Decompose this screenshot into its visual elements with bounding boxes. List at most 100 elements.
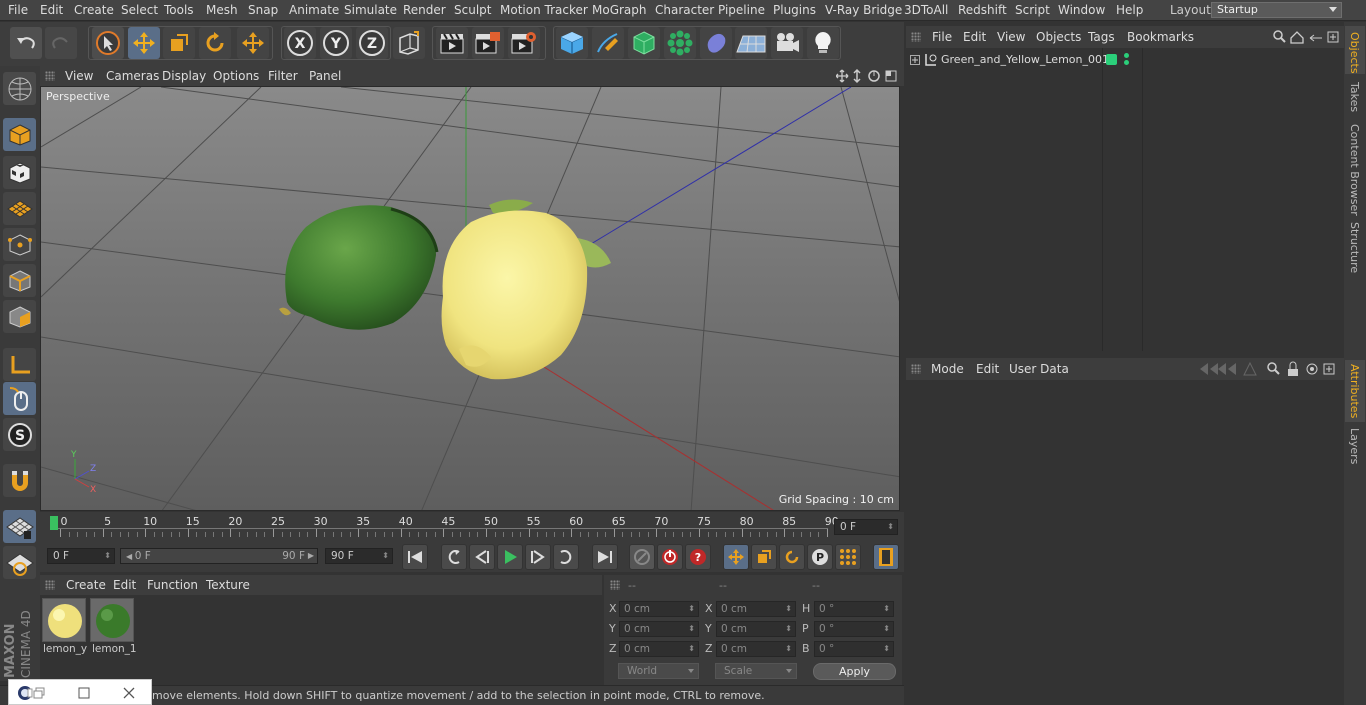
- object-manager-tools[interactable]: [1272, 29, 1342, 45]
- tab-objects[interactable]: Objects: [1348, 32, 1361, 74]
- key-position-icon[interactable]: [723, 544, 749, 570]
- rot-b-field[interactable]: 0 ° ⬍: [814, 641, 894, 657]
- maximize-icon[interactable]: [77, 686, 91, 700]
- size-x-field[interactable]: 0 cm ⬍: [716, 601, 796, 617]
- autokey-icon[interactable]: [657, 544, 683, 570]
- 3d-viewport[interactable]: Perspective Y Z X Grid Spacing : 10 cm: [40, 86, 900, 511]
- rot-h-field[interactable]: 0 ° ⬍: [814, 601, 894, 617]
- coordinate-space-dropdown[interactable]: World: [618, 663, 699, 679]
- snap-magnet-icon[interactable]: [3, 464, 36, 497]
- rotate-icon[interactable]: [199, 27, 231, 59]
- viewport-menu-display[interactable]: Display: [162, 69, 206, 83]
- play-icon[interactable]: [497, 544, 523, 570]
- redo-icon[interactable]: [45, 27, 77, 59]
- viewport-menu-panel[interactable]: Panel: [309, 69, 341, 83]
- enable-snap-icon[interactable]: [3, 510, 36, 543]
- undo-icon[interactable]: [10, 27, 42, 59]
- menu-file[interactable]: File: [8, 3, 28, 17]
- attribute-menu-user-data[interactable]: User Data: [1009, 362, 1069, 376]
- axis-mode-icon[interactable]: [3, 348, 36, 381]
- apply-button[interactable]: Apply: [813, 663, 896, 680]
- menu-create[interactable]: Create: [74, 3, 114, 17]
- menu-mesh[interactable]: Mesh: [206, 3, 238, 17]
- menu-script[interactable]: Script: [1015, 3, 1050, 17]
- attribute-menu-edit[interactable]: Edit: [976, 362, 999, 376]
- pen-spline-icon[interactable]: [592, 27, 624, 59]
- frame-range-slider[interactable]: ◀ 0 F 90 F ▶: [120, 548, 318, 564]
- viewport-menu-options[interactable]: Options: [213, 69, 259, 83]
- restore-icon[interactable]: [33, 687, 47, 699]
- editor-visibility-dot[interactable]: [1124, 53, 1129, 58]
- menu-render[interactable]: Render: [403, 3, 446, 17]
- menu-pipeline[interactable]: Pipeline: [718, 3, 765, 17]
- material-lemon-green[interactable]: [90, 598, 134, 642]
- go-to-start-icon[interactable]: [402, 544, 428, 570]
- menu-edit[interactable]: Edit: [40, 3, 63, 17]
- texture-mode-icon[interactable]: [3, 156, 36, 189]
- x-axis-icon[interactable]: X: [284, 27, 316, 59]
- coordinate-system-icon[interactable]: [393, 27, 425, 59]
- z-axis-icon[interactable]: Z: [356, 27, 388, 59]
- expand-icon[interactable]: [910, 55, 920, 65]
- cloner-icon[interactable]: [664, 27, 696, 59]
- solo-icon[interactable]: S: [3, 418, 36, 451]
- material-menu-function[interactable]: Function: [147, 578, 198, 592]
- menu-snap[interactable]: Snap: [248, 3, 278, 17]
- y-axis-icon[interactable]: Y: [320, 27, 352, 59]
- material-menu-texture[interactable]: Texture: [206, 578, 250, 592]
- model-mode-icon[interactable]: [3, 118, 36, 151]
- menu-redshift[interactable]: Redshift: [958, 3, 1007, 17]
- live-move-icon[interactable]: [237, 27, 269, 59]
- make-editable-icon[interactable]: [3, 72, 36, 105]
- attribute-menu-mode[interactable]: Mode: [931, 362, 964, 376]
- viewport-menu-cameras[interactable]: Cameras: [106, 69, 159, 83]
- key-rotation-icon[interactable]: [779, 544, 805, 570]
- close-icon[interactable]: [122, 686, 136, 700]
- render-visibility-dot[interactable]: [1124, 60, 1129, 65]
- end-frame-field[interactable]: 90 F ⬍: [325, 548, 393, 564]
- floor-icon[interactable]: [735, 27, 767, 59]
- camera-icon[interactable]: [771, 27, 803, 59]
- pos-x-field[interactable]: 0 cm ⬍: [619, 601, 699, 617]
- menu-help[interactable]: Help: [1116, 3, 1143, 17]
- size-y-field[interactable]: 0 cm ⬍: [716, 621, 796, 637]
- tab-structure[interactable]: Structure: [1348, 222, 1361, 273]
- tab-content-browser[interactable]: Content Browser: [1348, 124, 1361, 216]
- next-frame-icon[interactable]: [525, 544, 551, 570]
- menu-sculpt[interactable]: Sculpt: [454, 3, 491, 17]
- viewport-menu-filter[interactable]: Filter: [268, 69, 298, 83]
- deformer-icon[interactable]: [700, 27, 732, 59]
- go-to-end-icon[interactable]: [592, 544, 618, 570]
- key-pla-icon[interactable]: [835, 544, 861, 570]
- quantize-icon[interactable]: [3, 546, 36, 579]
- menu-3dtoall[interactable]: 3DToAll: [904, 3, 948, 17]
- menu-character[interactable]: Character: [655, 3, 714, 17]
- record-keys-icon[interactable]: [629, 544, 655, 570]
- menu-mograph[interactable]: MoGraph: [592, 3, 647, 17]
- material-menu-edit[interactable]: Edit: [113, 578, 136, 592]
- subdivision-icon[interactable]: [628, 27, 660, 59]
- timeline-ruler[interactable]: 0 5 10 15 20 25 30 35 40 45 50 55 60 65 70 75 80 85 90 0 F…: [40, 512, 904, 542]
- tab-attributes[interactable]: Attributes: [1348, 364, 1361, 418]
- rot-p-field[interactable]: 0 ° ⬍: [814, 621, 894, 637]
- menu-plugins[interactable]: Plugins: [773, 3, 816, 17]
- material-lemon-yellow[interactable]: [42, 598, 86, 642]
- edges-mode-icon[interactable]: [3, 264, 36, 297]
- menu-select[interactable]: Select: [121, 3, 158, 17]
- next-keyframe-icon[interactable]: [553, 544, 579, 570]
- object-menu-tags[interactable]: Tags: [1088, 30, 1115, 44]
- render-view-icon[interactable]: [436, 27, 468, 59]
- cinema4d-app-icon[interactable]: [17, 685, 33, 701]
- render-settings-icon[interactable]: [508, 27, 540, 59]
- size-z-field[interactable]: 0 cm ⬍: [716, 641, 796, 657]
- key-scale-icon[interactable]: [751, 544, 777, 570]
- tab-layers[interactable]: Layers: [1348, 428, 1361, 464]
- object-menu-objects[interactable]: Objects: [1036, 30, 1081, 44]
- timeline-window-icon[interactable]: [873, 544, 899, 570]
- workplane-icon[interactable]: [3, 192, 36, 225]
- layout-dropdown[interactable]: Startup: [1211, 2, 1342, 18]
- object-menu-view[interactable]: View: [997, 30, 1025, 44]
- cube-primitive-icon[interactable]: [556, 27, 588, 59]
- material-menu-create[interactable]: Create: [66, 578, 106, 592]
- light-icon[interactable]: [807, 27, 839, 59]
